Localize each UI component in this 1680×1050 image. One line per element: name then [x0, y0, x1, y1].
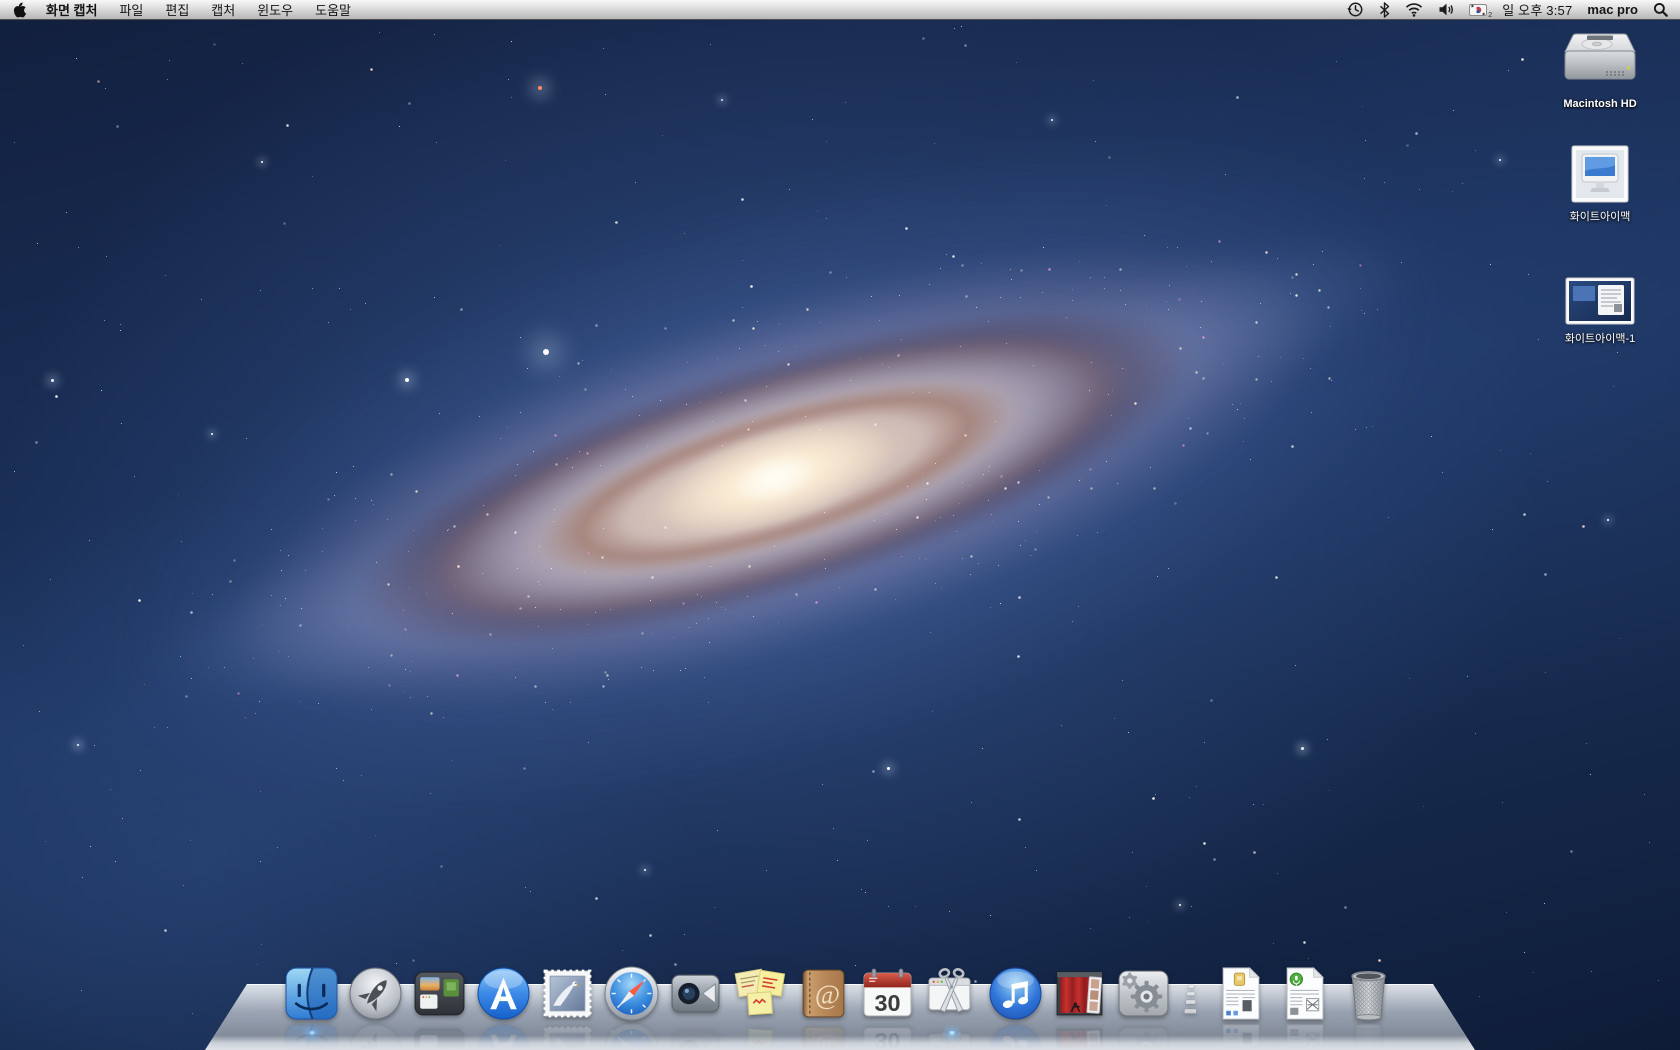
bright-star: [211, 433, 214, 436]
volume-icon[interactable]: [1438, 2, 1454, 17]
dock-divider: [1179, 965, 1205, 1022]
bright-star: [1051, 119, 1054, 122]
menu-edit[interactable]: 편집: [165, 0, 189, 19]
finder-icon[interactable]: [283, 965, 340, 1022]
bright-star: [51, 379, 54, 382]
menu-user-name[interactable]: mac pro: [1587, 2, 1638, 17]
stickies-icon[interactable]: [731, 965, 788, 1022]
address-book-icon[interactable]: @ @: [795, 965, 852, 1022]
launchpad-icon[interactable]: [347, 965, 404, 1022]
wallpaper: [0, 0, 1680, 1050]
wifi-icon[interactable]: [1405, 2, 1423, 17]
trash-icon[interactable]: [1340, 965, 1397, 1022]
menu-clock[interactable]: 일 오후 3:57: [1502, 0, 1572, 19]
document-icon[interactable]: [1276, 965, 1333, 1022]
photo-booth-icon[interactable]: [1051, 965, 1108, 1022]
bright-star: [721, 99, 724, 102]
input-source-badge: 2: [1488, 12, 1492, 19]
desktop-icon-label: Macintosh HD: [1563, 98, 1636, 110]
apple-menu-icon[interactable]: [12, 1, 26, 18]
bright-star: [887, 767, 890, 770]
desktop-icon-white-imac-screenshot[interactable]: 화이트아이맥-1: [1530, 276, 1670, 346]
spotlight-icon[interactable]: [1653, 2, 1668, 17]
menu-capture[interactable]: 캡처: [211, 0, 235, 19]
bluetooth-icon[interactable]: [1379, 2, 1390, 18]
document-icon[interactable]: [1212, 965, 1269, 1022]
bright-star: [1301, 747, 1304, 750]
app-menu-grab[interactable]: 화면 캡처: [46, 0, 97, 19]
bright-star: [1607, 519, 1610, 522]
bright-star: [405, 378, 409, 382]
ical-date: 30: [874, 990, 900, 1016]
menu-file[interactable]: 파일: [119, 0, 143, 19]
desktop-icon-label: 화이트아이맥-1: [1565, 330, 1636, 346]
grab-icon[interactable]: [923, 965, 980, 1022]
bright-star: [1499, 159, 1502, 162]
desktop-icon-column: Macintosh HD 화이트아이맥: [1530, 28, 1670, 346]
korean-flag-icon[interactable]: 2: [1469, 4, 1487, 16]
desktop-icon-macintosh-hd[interactable]: Macintosh HD: [1530, 28, 1670, 110]
desktop: 화면 캡처 파일 편집 캡처 윈도우 도움말: [0, 0, 1680, 1050]
bright-star: [538, 86, 542, 90]
menu-bar: 화면 캡처 파일 편집 캡처 윈도우 도움말: [0, 0, 1680, 20]
menu-help[interactable]: 도움말: [315, 0, 351, 19]
mission-control-icon[interactable]: [411, 965, 468, 1022]
time-machine-icon[interactable]: [1347, 1, 1364, 18]
mail-icon[interactable]: [539, 965, 596, 1022]
bright-star: [543, 349, 549, 355]
app-store-icon[interactable]: [475, 965, 532, 1022]
ical-icon[interactable]: 30 30: [859, 965, 916, 1022]
system-preferences-icon[interactable]: [1115, 965, 1172, 1022]
bright-star: [77, 744, 80, 747]
facetime-icon[interactable]: [667, 965, 724, 1022]
desktop-icon-label: 화이트아이맥: [1570, 208, 1631, 224]
dock-items: @ @ 30: [283, 965, 1397, 1022]
at-glyph: @: [815, 980, 840, 1010]
running-indicator: [947, 1031, 956, 1035]
itunes-icon[interactable]: [987, 965, 1044, 1022]
bright-star: [261, 161, 264, 164]
desktop-icon-white-imac-photo[interactable]: 화이트아이맥: [1530, 144, 1670, 224]
bright-star: [644, 869, 647, 872]
safari-icon[interactable]: [603, 965, 660, 1022]
running-indicator: [307, 1031, 316, 1035]
bright-star: [1179, 904, 1182, 907]
starfield: [0, 0, 1680, 1050]
dock: @ @ 30: [0, 940, 1680, 1050]
menu-window[interactable]: 윈도우: [257, 0, 293, 19]
